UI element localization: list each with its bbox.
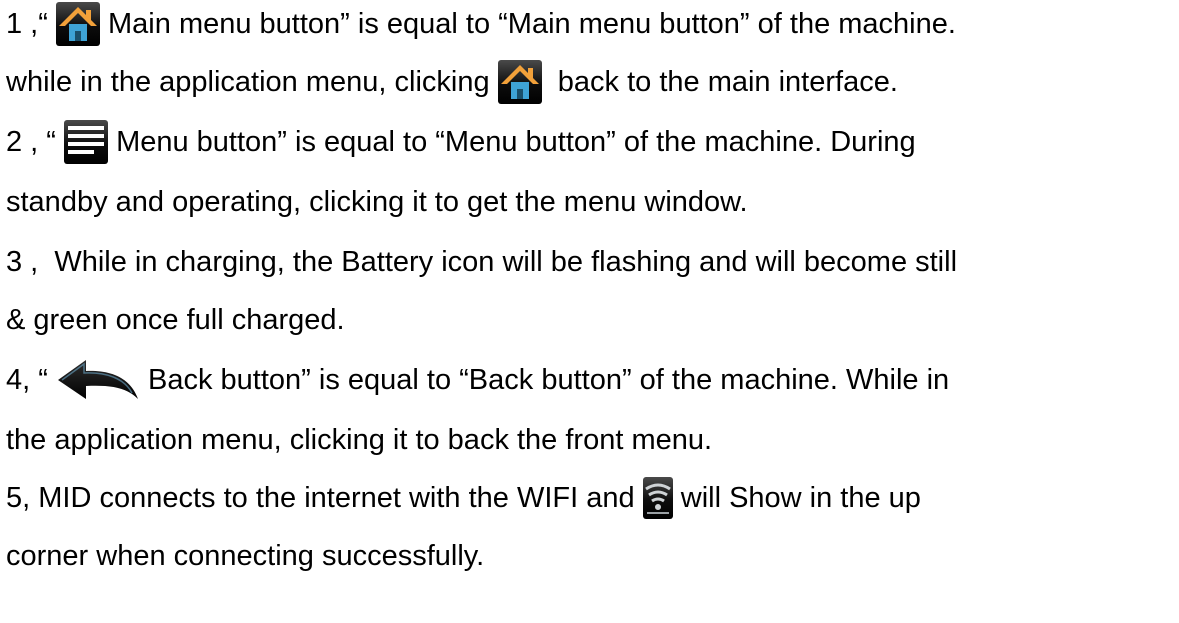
home-icon [497,60,542,104]
line-2-prefix: while in the application menu, clicking [6,66,498,98]
instruction-line-2: while in the application menu, clicking … [6,60,898,104]
line-6-text: & green once full charged. [6,304,345,336]
wifi-icon [642,477,673,519]
instruction-line-1: 1 ,“ Main menu button” is equal to “Main… [6,2,956,46]
line-1-prefix: 1 ,“ [6,8,56,40]
line-9-text: will Show in the up [672,482,921,514]
instruction-line-8: the application menu, clicking it to bac… [6,418,712,462]
line-8-text: the application menu, clicking it to bac… [6,424,713,456]
instruction-line-5: 3 , While in charging, the Battery icon … [6,240,957,284]
line-1-text: Main menu button” is equal to “Main menu… [99,8,956,40]
instruction-line-3: 2 , “ Menu button” is equal to “Menu but… [6,120,916,164]
instruction-line-7: 4, “ Back button” is equal to “Back butt… [6,358,949,402]
line-7-prefix: 4, “ [6,364,56,396]
line-2-text: back to the main interface. [541,66,898,98]
instruction-line-10: corner when connecting successfully. [6,534,484,578]
line-9-prefix: 5, MID connects to the internet with the… [6,482,643,514]
back-arrow-icon [56,357,140,403]
instruction-line-6: & green once full charged. [6,298,345,342]
line-5-text: 3 , While in charging, the Battery icon … [6,246,958,278]
instruction-line-4: standby and operating, clicking it to ge… [6,180,748,224]
line-7-text: Back button” is equal to “Back button” o… [139,364,950,396]
menu-icon [64,120,109,164]
home-icon [55,2,100,46]
instruction-line-9: 5, MID connects to the internet with the… [6,476,921,520]
line-3-prefix: 2 , “ [6,126,65,158]
line-10-text: corner when connecting successfully. [6,540,485,572]
line-4-text: standby and operating, clicking it to ge… [6,186,748,218]
line-3-text: Menu button” is equal to “Menu button” o… [108,126,916,158]
